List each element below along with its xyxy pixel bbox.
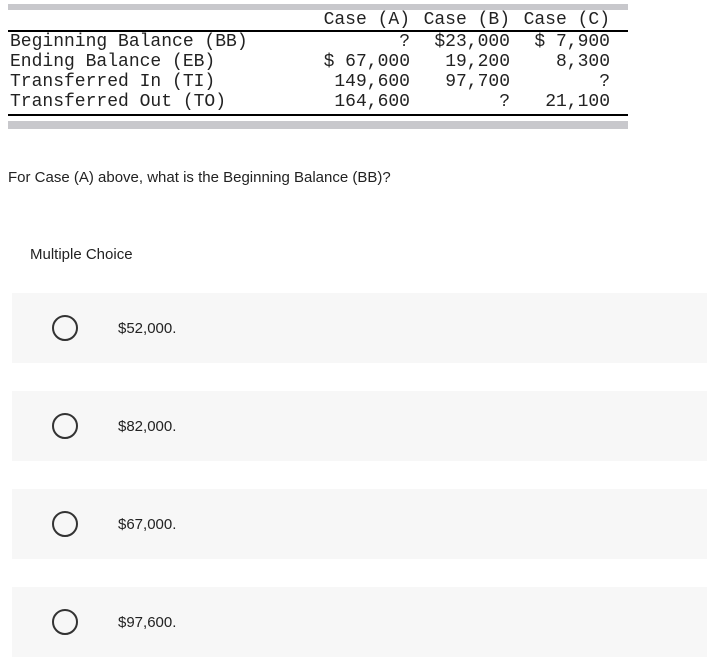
row-cell: ?: [510, 72, 610, 92]
table-row: Transferred In (TI) 149,600 97,700 ?: [8, 72, 628, 92]
table-bottom-bar: [8, 121, 628, 129]
row-cell: 149,600: [310, 72, 410, 92]
option-label: $82,000.: [118, 418, 176, 435]
option-label: $97,600.: [118, 614, 176, 631]
row-cell: 164,600: [310, 92, 410, 112]
data-table: Case (A) Case (B) Case (C) Beginning Bal…: [8, 4, 628, 129]
table-bottom-line: [8, 114, 628, 116]
row-cell: $ 7,900: [510, 32, 610, 52]
row-cell: 21,100: [510, 92, 610, 112]
header-case-a: Case (A): [310, 10, 410, 30]
header-blank: [10, 10, 310, 30]
row-cell: 8,300: [510, 52, 610, 72]
radio-icon: [52, 609, 78, 635]
row-cell: $23,000: [410, 32, 510, 52]
row-cell: $ 67,000: [310, 52, 410, 72]
row-label: Transferred In (TI): [10, 72, 310, 92]
option-4[interactable]: $97,600.: [12, 587, 707, 657]
option-label: $52,000.: [118, 320, 176, 337]
multiple-choice-heading: Multiple Choice: [30, 246, 722, 263]
option-label: $67,000.: [118, 516, 176, 533]
table-row: Ending Balance (EB) $ 67,000 19,200 8,30…: [8, 52, 628, 72]
row-label: Ending Balance (EB): [10, 52, 310, 72]
row-cell: 19,200: [410, 52, 510, 72]
radio-icon: [52, 511, 78, 537]
header-case-b: Case (B): [410, 10, 510, 30]
radio-icon: [52, 413, 78, 439]
header-case-c: Case (C): [510, 10, 610, 30]
row-cell: ?: [310, 32, 410, 52]
row-cell: 97,700: [410, 72, 510, 92]
options-list: $52,000. $82,000. $67,000. $97,600.: [12, 293, 707, 657]
radio-icon: [52, 315, 78, 341]
option-1[interactable]: $52,000.: [12, 293, 707, 363]
option-3[interactable]: $67,000.: [12, 489, 707, 559]
row-cell: ?: [410, 92, 510, 112]
question-text: For Case (A) above, what is the Beginnin…: [8, 169, 722, 186]
table-header-row: Case (A) Case (B) Case (C): [8, 10, 628, 30]
row-label: Transferred Out (TO): [10, 92, 310, 112]
option-2[interactable]: $82,000.: [12, 391, 707, 461]
table-row: Beginning Balance (BB) ? $23,000 $ 7,900: [8, 32, 628, 52]
row-label: Beginning Balance (BB): [10, 32, 310, 52]
table-row: Transferred Out (TO) 164,600 ? 21,100: [8, 92, 628, 112]
